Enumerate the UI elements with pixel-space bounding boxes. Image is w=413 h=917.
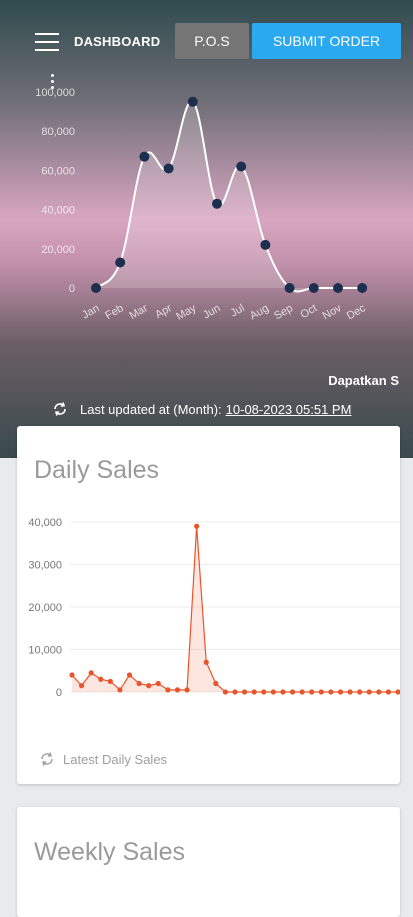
weekly-sales-card: Weekly Sales (17, 807, 400, 917)
daily-point[interactable] (194, 523, 200, 529)
x-tick-label: Jul (229, 302, 247, 319)
daily-point[interactable] (289, 689, 296, 695)
y-tick-label: 80,000 (41, 126, 75, 138)
y-tick-label: 100,000 (35, 87, 75, 99)
y-tick-label: 20,000 (28, 602, 62, 614)
last-updated: Last updated at (Month): 10-08-2023 05:5… (52, 401, 351, 417)
cta-text[interactable]: Dapatkan S (328, 373, 399, 388)
y-tick-label: 0 (56, 687, 62, 699)
daily-point[interactable] (251, 689, 257, 695)
daily-point[interactable] (107, 678, 113, 684)
daily-sales-footer: Latest Daily Sales (39, 751, 167, 767)
daily-point[interactable] (146, 683, 152, 689)
daily-point[interactable] (357, 689, 363, 695)
monthly-point[interactable] (333, 283, 343, 293)
pos-button[interactable]: P.O.S (175, 23, 249, 59)
x-tick-label: Aug (248, 302, 271, 322)
x-tick-label: Oct (298, 302, 319, 321)
daily-point[interactable] (213, 680, 219, 687)
x-tick-label: Nov (321, 302, 344, 322)
x-tick-label: Mar (127, 302, 150, 322)
x-tick-label: Feb (103, 302, 125, 322)
daily-point[interactable] (299, 689, 305, 695)
monthly-point[interactable] (187, 96, 198, 107)
daily-sales-card: Daily Sales 0 10,000 20,000 30,000 40,000 La… (17, 426, 400, 784)
daily-point[interactable] (88, 670, 94, 676)
y-tick-label: 30,000 (28, 560, 62, 572)
daily-point[interactable] (98, 676, 104, 682)
submit-order-button[interactable]: SUBMIT ORDER (252, 23, 401, 59)
monthly-area (96, 101, 363, 292)
y-tick-label: 40,000 (28, 517, 62, 529)
monthly-point[interactable] (357, 283, 368, 293)
daily-point[interactable] (318, 689, 324, 695)
y-tick-label: 10,000 (28, 645, 62, 657)
daily-point[interactable] (184, 687, 190, 693)
daily-point[interactable] (203, 659, 209, 665)
daily-point[interactable] (174, 687, 181, 693)
monthly-point[interactable] (260, 239, 271, 250)
daily-point[interactable] (222, 689, 229, 695)
refresh-icon[interactable] (39, 751, 55, 767)
daily-area (72, 526, 398, 692)
daily-line (71, 526, 398, 693)
x-tick-label: Jan (80, 302, 101, 321)
y-tick-label: 0 (69, 283, 75, 295)
top-bar: DASHBOARD P.O.S SUBMIT ORDER (0, 20, 413, 60)
y-tick-label: 20,000 (41, 244, 75, 256)
weekly-sales-title: Weekly Sales (34, 838, 185, 866)
daily-point[interactable] (395, 689, 400, 695)
daily-point[interactable] (261, 689, 267, 695)
monthly-point[interactable] (139, 151, 150, 162)
daily-sales-footer-text: Latest Daily Sales (63, 751, 168, 767)
monthly-point[interactable] (115, 257, 126, 268)
y-tick-label: 40,000 (41, 205, 75, 217)
daily-point[interactable] (280, 689, 286, 695)
daily-point[interactable] (126, 672, 133, 678)
x-tick-label: Dec (345, 302, 368, 322)
refresh-icon[interactable] (52, 401, 68, 417)
daily-point[interactable] (366, 689, 372, 695)
x-tick-label: Sep (272, 302, 295, 322)
last-updated-link[interactable]: 10-08-2023 05:51 PM (226, 402, 352, 417)
daily-point[interactable] (270, 689, 276, 695)
daily-sales-chart: 0 10,000 20,000 30,000 40,000 (28, 517, 400, 699)
daily-point[interactable] (328, 689, 334, 695)
daily-point[interactable] (337, 689, 344, 695)
daily-point[interactable] (165, 687, 171, 693)
last-updated-label: Last updated at (Month): (80, 401, 222, 417)
daily-point[interactable] (309, 689, 315, 695)
monthly-point[interactable] (308, 283, 319, 293)
daily-point[interactable] (78, 683, 85, 689)
monthly-sales-panel: DASHBOARD P.O.S SUBMIT ORDER 0 20,000 40,0… (0, 0, 413, 458)
daily-point[interactable] (376, 689, 382, 695)
menu-icon[interactable] (35, 32, 59, 52)
daily-point[interactable] (385, 689, 392, 695)
daily-point[interactable] (232, 689, 238, 695)
x-tick-label: Jun (201, 302, 222, 321)
daily-point[interactable] (136, 680, 142, 687)
monthly-sales-chart: 020,00040,00060,00080,000100,000Jan Feb Ma… (35, 87, 368, 323)
daily-point[interactable] (347, 689, 353, 695)
monthly-point[interactable] (236, 161, 247, 172)
x-tick-label: Apr (153, 302, 174, 321)
daily-point[interactable] (69, 672, 75, 678)
daily-point[interactable] (155, 680, 161, 687)
monthly-point[interactable] (212, 198, 222, 209)
monthly-point[interactable] (91, 283, 101, 293)
page-title: DASHBOARD (74, 34, 161, 49)
y-tick-label: 60,000 (41, 165, 75, 177)
daily-point[interactable] (241, 689, 248, 695)
daily-point[interactable] (117, 687, 123, 693)
monthly-point[interactable] (163, 163, 174, 174)
monthly-point[interactable] (284, 283, 295, 293)
daily-sales-title: Daily Sales (34, 456, 160, 484)
x-tick-label: May (174, 302, 198, 323)
